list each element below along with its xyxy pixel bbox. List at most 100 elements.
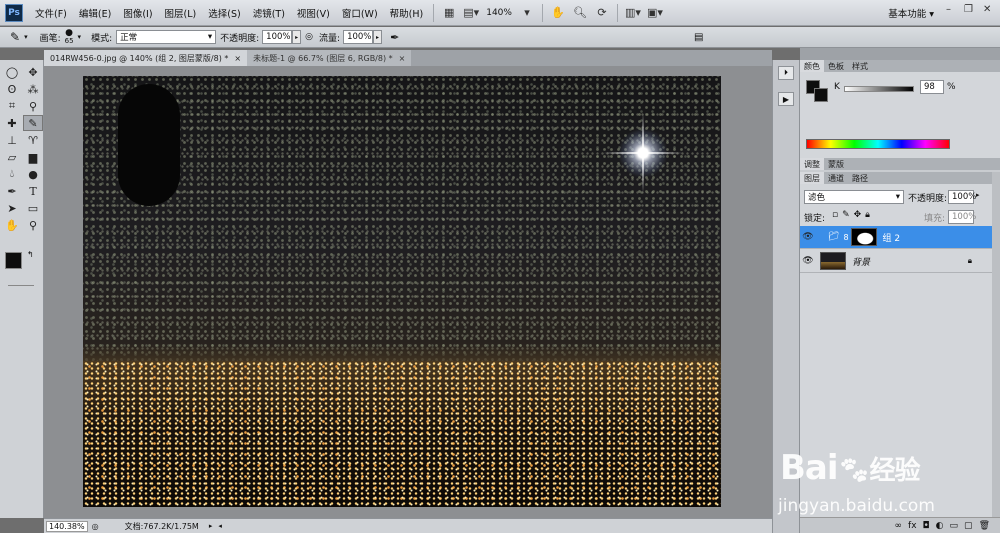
menu-filter[interactable]: 滤镜(T) [247, 6, 291, 20]
eye-icon[interactable]: 👁︎ [800, 232, 816, 242]
menu-edit[interactable]: 编辑(E) [73, 6, 117, 20]
canvas-area[interactable] [44, 66, 772, 518]
pressure-opacity-icon[interactable]: ◎ [305, 32, 313, 42]
hand-icon[interactable]: ✋ [549, 4, 567, 22]
layers-scrollbar[interactable] [992, 172, 1000, 533]
clone-stamp-icon[interactable]: ⊥ [2, 132, 22, 148]
tab-document-2[interactable]: 未标题-1 @ 66.7% (图层 6, RGB/8) * × [247, 50, 412, 66]
zoom-dropdown-icon[interactable]: ▾ [518, 4, 536, 22]
tab-layers[interactable]: 图层 [800, 172, 824, 184]
menu-image[interactable]: 图像(I) [117, 6, 158, 20]
brush-icon[interactable]: ✎ [23, 115, 43, 131]
fx-icon[interactable]: fx [908, 521, 917, 531]
k-slider[interactable] [844, 86, 914, 92]
screen-mode-icon[interactable]: ▣▾ [646, 4, 664, 22]
swap-colors-icon[interactable]: ↰ [27, 250, 34, 259]
type-icon[interactable]: T [23, 183, 43, 199]
color-spectrum-ramp[interactable] [806, 139, 950, 149]
rotate-view-icon[interactable]: ⟳ [593, 4, 611, 22]
opacity-input[interactable]: 100% [262, 30, 293, 44]
lock-options-icon[interactable]: ▫✎✥🔒︎ [832, 210, 874, 220]
brush-tool-icon[interactable]: ✎ [10, 30, 20, 44]
flow-slider-icon[interactable]: ▸ [373, 30, 383, 44]
layer-mask-thumbnail[interactable] [850, 228, 877, 246]
mode-select[interactable]: 正常 ▾ [116, 30, 217, 44]
eye-icon[interactable]: 👁︎ [800, 256, 816, 266]
new-group-icon[interactable]: ▭ [950, 521, 959, 531]
eraser-icon[interactable]: ▱ [2, 149, 22, 165]
brush-dropdown-icon[interactable]: ▾ [78, 33, 82, 41]
layer-opacity-slider-icon[interactable]: ▸ [976, 191, 980, 199]
minimize-icon[interactable]: – [946, 4, 951, 15]
add-mask-icon[interactable]: ◘ [923, 521, 930, 531]
lasso-icon[interactable]: ʘ [2, 81, 22, 97]
tab-masks[interactable]: 蒙版 [824, 158, 848, 170]
zoom-icon[interactable]: 🔍︎ [571, 4, 589, 22]
layer-row-background[interactable]: 👁︎ 背景 🔒︎ [800, 250, 992, 273]
quick-mask-toggle[interactable] [8, 285, 34, 286]
layer-name[interactable]: 组 2 [883, 231, 901, 244]
menu-view[interactable]: 视图(V) [291, 6, 336, 20]
marquee-icon[interactable]: ◯ [2, 64, 22, 80]
tab-channels[interactable]: 通道 [824, 172, 848, 184]
status-info-icon[interactable]: ◎ [92, 522, 99, 531]
tab-paths[interactable]: 路径 [848, 172, 872, 184]
workspace-switcher[interactable]: 基本功能 ▾ [888, 6, 934, 20]
zoom-tool-icon[interactable]: ⚲ [23, 217, 43, 233]
tool-preset-dropdown-icon[interactable]: ▾ [24, 33, 28, 41]
history-brush-icon[interactable]: ♈ [23, 132, 43, 148]
brush-panel-toggle-icon[interactable]: ▤ [694, 32, 703, 43]
k-value-input[interactable]: 98 [920, 80, 944, 94]
path-selection-icon[interactable]: ➤ [2, 200, 22, 216]
new-layer-icon[interactable]: ▢ [964, 521, 973, 531]
menu-select[interactable]: 选择(S) [202, 6, 246, 20]
tab-color[interactable]: 颜色 [800, 60, 824, 72]
adjustment-layer-icon[interactable]: ◐ [936, 521, 944, 531]
history-panel-icon[interactable]: ⏵ [778, 66, 794, 80]
move-icon[interactable]: ✥ [23, 64, 43, 80]
layer-opacity-input[interactable]: 100% [948, 190, 976, 204]
document-image[interactable] [83, 76, 721, 507]
pen-icon[interactable]: ✒ [2, 183, 22, 199]
menu-window[interactable]: 窗口(W) [336, 6, 384, 20]
arrange-documents-icon[interactable]: ▥▾ [624, 4, 642, 22]
foreground-color-swatch[interactable] [5, 252, 22, 269]
tab-styles[interactable]: 样式 [848, 60, 872, 72]
tab-document-1[interactable]: 014RW456-0.jpg @ 140% (组 2, 图层蒙版/8) * × [44, 50, 248, 66]
layer-thumbnail[interactable] [820, 252, 846, 270]
bg-color-chip[interactable] [814, 88, 828, 102]
menu-file[interactable]: 文件(F) [29, 6, 73, 20]
crop-icon[interactable]: ⌗ [2, 98, 22, 114]
zoom-level[interactable]: 140% [486, 8, 512, 18]
status-menu-icon[interactable]: ▸ [209, 522, 213, 530]
hand-tool-icon[interactable]: ✋ [2, 217, 22, 233]
opacity-slider-icon[interactable]: ▸ [292, 30, 302, 44]
link-icon[interactable]: 8 [843, 233, 848, 242]
menu-layer[interactable]: 图层(L) [159, 6, 203, 20]
bridge-icon[interactable]: ▦ [440, 4, 458, 22]
layer-name[interactable]: 背景 [852, 255, 870, 268]
gradient-icon[interactable]: ▆ [23, 149, 43, 165]
airbrush-icon[interactable]: ✒ [390, 31, 399, 44]
link-layers-icon[interactable]: ∞ [895, 521, 903, 531]
tab-adjustments[interactable]: 调整 [800, 158, 824, 170]
actions-panel-icon[interactable]: ▶ [778, 92, 794, 106]
shape-icon[interactable]: ▭ [23, 200, 43, 216]
eyedropper-icon[interactable]: ⚲ [23, 98, 43, 114]
close-icon[interactable]: × [234, 54, 241, 63]
close-icon[interactable]: × [399, 54, 406, 63]
delete-layer-icon[interactable]: 🗑︎ [979, 521, 990, 531]
magic-wand-icon[interactable]: ⁂ [23, 81, 43, 97]
status-zoom[interactable]: 140.38% [46, 520, 88, 532]
tab-swatches[interactable]: 色板 [824, 60, 848, 72]
healing-brush-icon[interactable]: ✚ [2, 115, 22, 131]
fill-input[interactable]: 100% [948, 210, 976, 224]
layer-row-group-2[interactable]: 👁︎ 📁︎ 8 组 2 [800, 226, 992, 249]
scroll-left-icon[interactable]: ◂ [218, 522, 222, 530]
flow-input[interactable]: 100% [343, 30, 374, 44]
dodge-icon[interactable]: ● [23, 166, 43, 182]
restore-icon[interactable]: ❐ [964, 4, 973, 15]
blur-icon[interactable]: 💧︎ [2, 166, 22, 182]
close-icon[interactable]: ✕ [983, 4, 991, 15]
view-extras-icon[interactable]: ▤▾ [462, 4, 480, 22]
